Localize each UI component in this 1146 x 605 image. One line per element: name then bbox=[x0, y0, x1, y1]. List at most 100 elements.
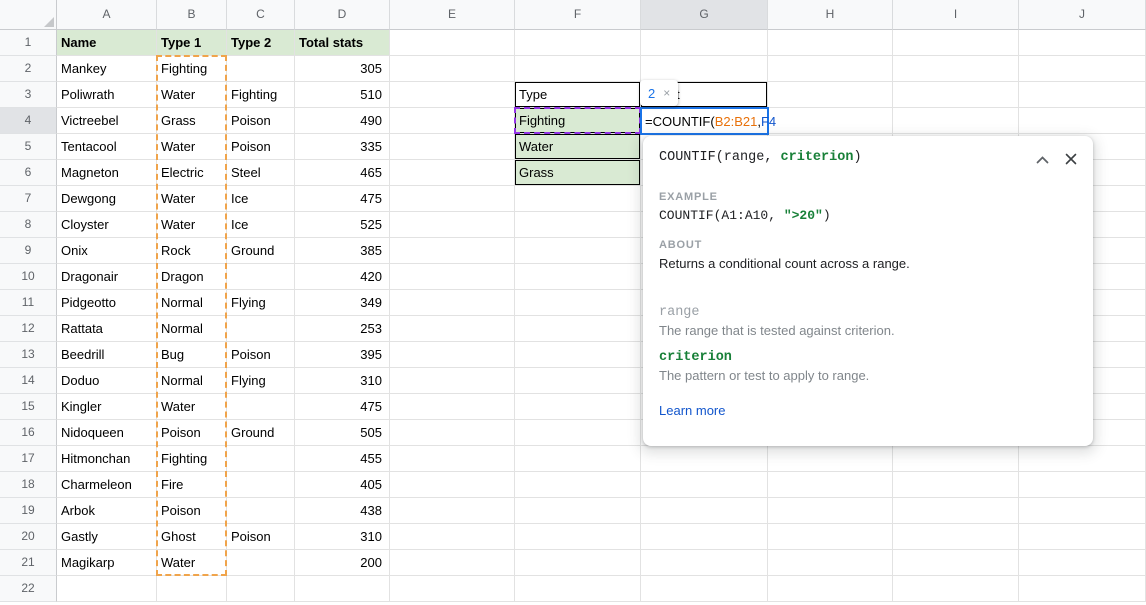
cell-B4[interactable]: Grass bbox=[157, 108, 227, 134]
cell-G2[interactable] bbox=[641, 56, 768, 82]
cell-C1[interactable]: Type 2 bbox=[227, 30, 295, 56]
cell-A18[interactable]: Charmeleon bbox=[57, 472, 157, 498]
cell-A21[interactable]: Magikarp bbox=[57, 550, 157, 576]
cell-A6[interactable]: Magneton bbox=[57, 160, 157, 186]
cell-D6[interactable]: 465 bbox=[295, 160, 390, 186]
cell-F18[interactable] bbox=[515, 472, 641, 498]
cell-J1[interactable] bbox=[1019, 30, 1146, 56]
cell-F14[interactable] bbox=[515, 368, 641, 394]
cell-J21[interactable] bbox=[1019, 550, 1146, 576]
row-header-21[interactable]: 21 bbox=[0, 550, 57, 576]
cell-A19[interactable]: Arbok bbox=[57, 498, 157, 524]
cell-D14[interactable]: 310 bbox=[295, 368, 390, 394]
col-header-E[interactable]: E bbox=[390, 0, 515, 30]
cell-I22[interactable] bbox=[893, 576, 1019, 602]
cell-I21[interactable] bbox=[893, 550, 1019, 576]
collapse-chevron-icon[interactable] bbox=[1036, 155, 1049, 164]
cell-B19[interactable]: Poison bbox=[157, 498, 227, 524]
cell-J22[interactable] bbox=[1019, 576, 1146, 602]
cell-B5[interactable]: Water bbox=[157, 134, 227, 160]
cell-A5[interactable]: Tentacool bbox=[57, 134, 157, 160]
cell-F6[interactable]: Grass bbox=[515, 160, 641, 186]
cell-E10[interactable] bbox=[390, 264, 515, 290]
cell-C15[interactable] bbox=[227, 394, 295, 420]
cell-E4[interactable] bbox=[390, 108, 515, 134]
cell-D3[interactable]: 510 bbox=[295, 82, 390, 108]
cell-D21[interactable]: 200 bbox=[295, 550, 390, 576]
cell-D5[interactable]: 335 bbox=[295, 134, 390, 160]
cell-B11[interactable]: Normal bbox=[157, 290, 227, 316]
cell-F19[interactable] bbox=[515, 498, 641, 524]
cell-A3[interactable]: Poliwrath bbox=[57, 82, 157, 108]
cell-B1[interactable]: Type 1 bbox=[157, 30, 227, 56]
cell-A1[interactable]: Name bbox=[57, 30, 157, 56]
cell-H18[interactable] bbox=[768, 472, 893, 498]
row-header-18[interactable]: 18 bbox=[0, 472, 57, 498]
cell-A14[interactable]: Doduo bbox=[57, 368, 157, 394]
close-icon[interactable] bbox=[1065, 153, 1077, 165]
col-header-A[interactable]: A bbox=[57, 0, 157, 30]
cell-F3[interactable]: Type bbox=[515, 82, 641, 108]
cell-F9[interactable] bbox=[515, 238, 641, 264]
cell-C17[interactable] bbox=[227, 446, 295, 472]
cell-G20[interactable] bbox=[641, 524, 768, 550]
cell-D2[interactable]: 305 bbox=[295, 56, 390, 82]
cell-D4[interactable]: 490 bbox=[295, 108, 390, 134]
cell-C21[interactable] bbox=[227, 550, 295, 576]
cell-F20[interactable] bbox=[515, 524, 641, 550]
cell-D13[interactable]: 395 bbox=[295, 342, 390, 368]
cell-D15[interactable]: 475 bbox=[295, 394, 390, 420]
cell-I3[interactable] bbox=[893, 82, 1019, 108]
row-header-22[interactable]: 22 bbox=[0, 576, 57, 602]
cell-G22[interactable] bbox=[641, 576, 768, 602]
cell-F22[interactable] bbox=[515, 576, 641, 602]
cell-C13[interactable]: Poison bbox=[227, 342, 295, 368]
cell-G1[interactable] bbox=[641, 30, 768, 56]
cell-E18[interactable] bbox=[390, 472, 515, 498]
cell-E11[interactable] bbox=[390, 290, 515, 316]
row-header-4[interactable]: 4 bbox=[0, 108, 57, 134]
cell-D1[interactable]: Total stats bbox=[295, 30, 390, 56]
cell-I18[interactable] bbox=[893, 472, 1019, 498]
cell-F4[interactable]: Fighting bbox=[515, 108, 641, 134]
cell-A15[interactable]: Kingler bbox=[57, 394, 157, 420]
cell-E21[interactable] bbox=[390, 550, 515, 576]
cell-B2[interactable]: Fighting bbox=[157, 56, 227, 82]
cell-H19[interactable] bbox=[768, 498, 893, 524]
cell-H20[interactable] bbox=[768, 524, 893, 550]
row-header-15[interactable]: 15 bbox=[0, 394, 57, 420]
row-header-16[interactable]: 16 bbox=[0, 420, 57, 446]
cell-F13[interactable] bbox=[515, 342, 641, 368]
row-header-19[interactable]: 19 bbox=[0, 498, 57, 524]
cell-E16[interactable] bbox=[390, 420, 515, 446]
preview-close-icon[interactable]: × bbox=[663, 86, 670, 100]
cell-F12[interactable] bbox=[515, 316, 641, 342]
cell-C5[interactable]: Poison bbox=[227, 134, 295, 160]
cell-D11[interactable]: 349 bbox=[295, 290, 390, 316]
cell-E9[interactable] bbox=[390, 238, 515, 264]
col-header-J[interactable]: J bbox=[1019, 0, 1146, 30]
cell-A22[interactable] bbox=[57, 576, 157, 602]
cell-E22[interactable] bbox=[390, 576, 515, 602]
cell-A10[interactable]: Dragonair bbox=[57, 264, 157, 290]
cell-B20[interactable]: Ghost bbox=[157, 524, 227, 550]
cell-C2[interactable] bbox=[227, 56, 295, 82]
row-header-1[interactable]: 1 bbox=[0, 30, 57, 56]
cell-C7[interactable]: Ice bbox=[227, 186, 295, 212]
cell-C14[interactable]: Flying bbox=[227, 368, 295, 394]
cell-I4[interactable] bbox=[893, 108, 1019, 134]
cell-A4[interactable]: Victreebel bbox=[57, 108, 157, 134]
cell-E19[interactable] bbox=[390, 498, 515, 524]
formula-editor[interactable]: =COUNTIF(B2:B21,F4 bbox=[640, 107, 769, 135]
cell-F5[interactable]: Water bbox=[515, 134, 641, 160]
cell-H22[interactable] bbox=[768, 576, 893, 602]
cell-D18[interactable]: 405 bbox=[295, 472, 390, 498]
cell-F8[interactable] bbox=[515, 212, 641, 238]
cell-B22[interactable] bbox=[157, 576, 227, 602]
cell-B7[interactable]: Water bbox=[157, 186, 227, 212]
cell-F7[interactable] bbox=[515, 186, 641, 212]
cell-A17[interactable]: Hitmonchan bbox=[57, 446, 157, 472]
cell-J17[interactable] bbox=[1019, 446, 1146, 472]
cell-F2[interactable] bbox=[515, 56, 641, 82]
cell-A8[interactable]: Cloyster bbox=[57, 212, 157, 238]
